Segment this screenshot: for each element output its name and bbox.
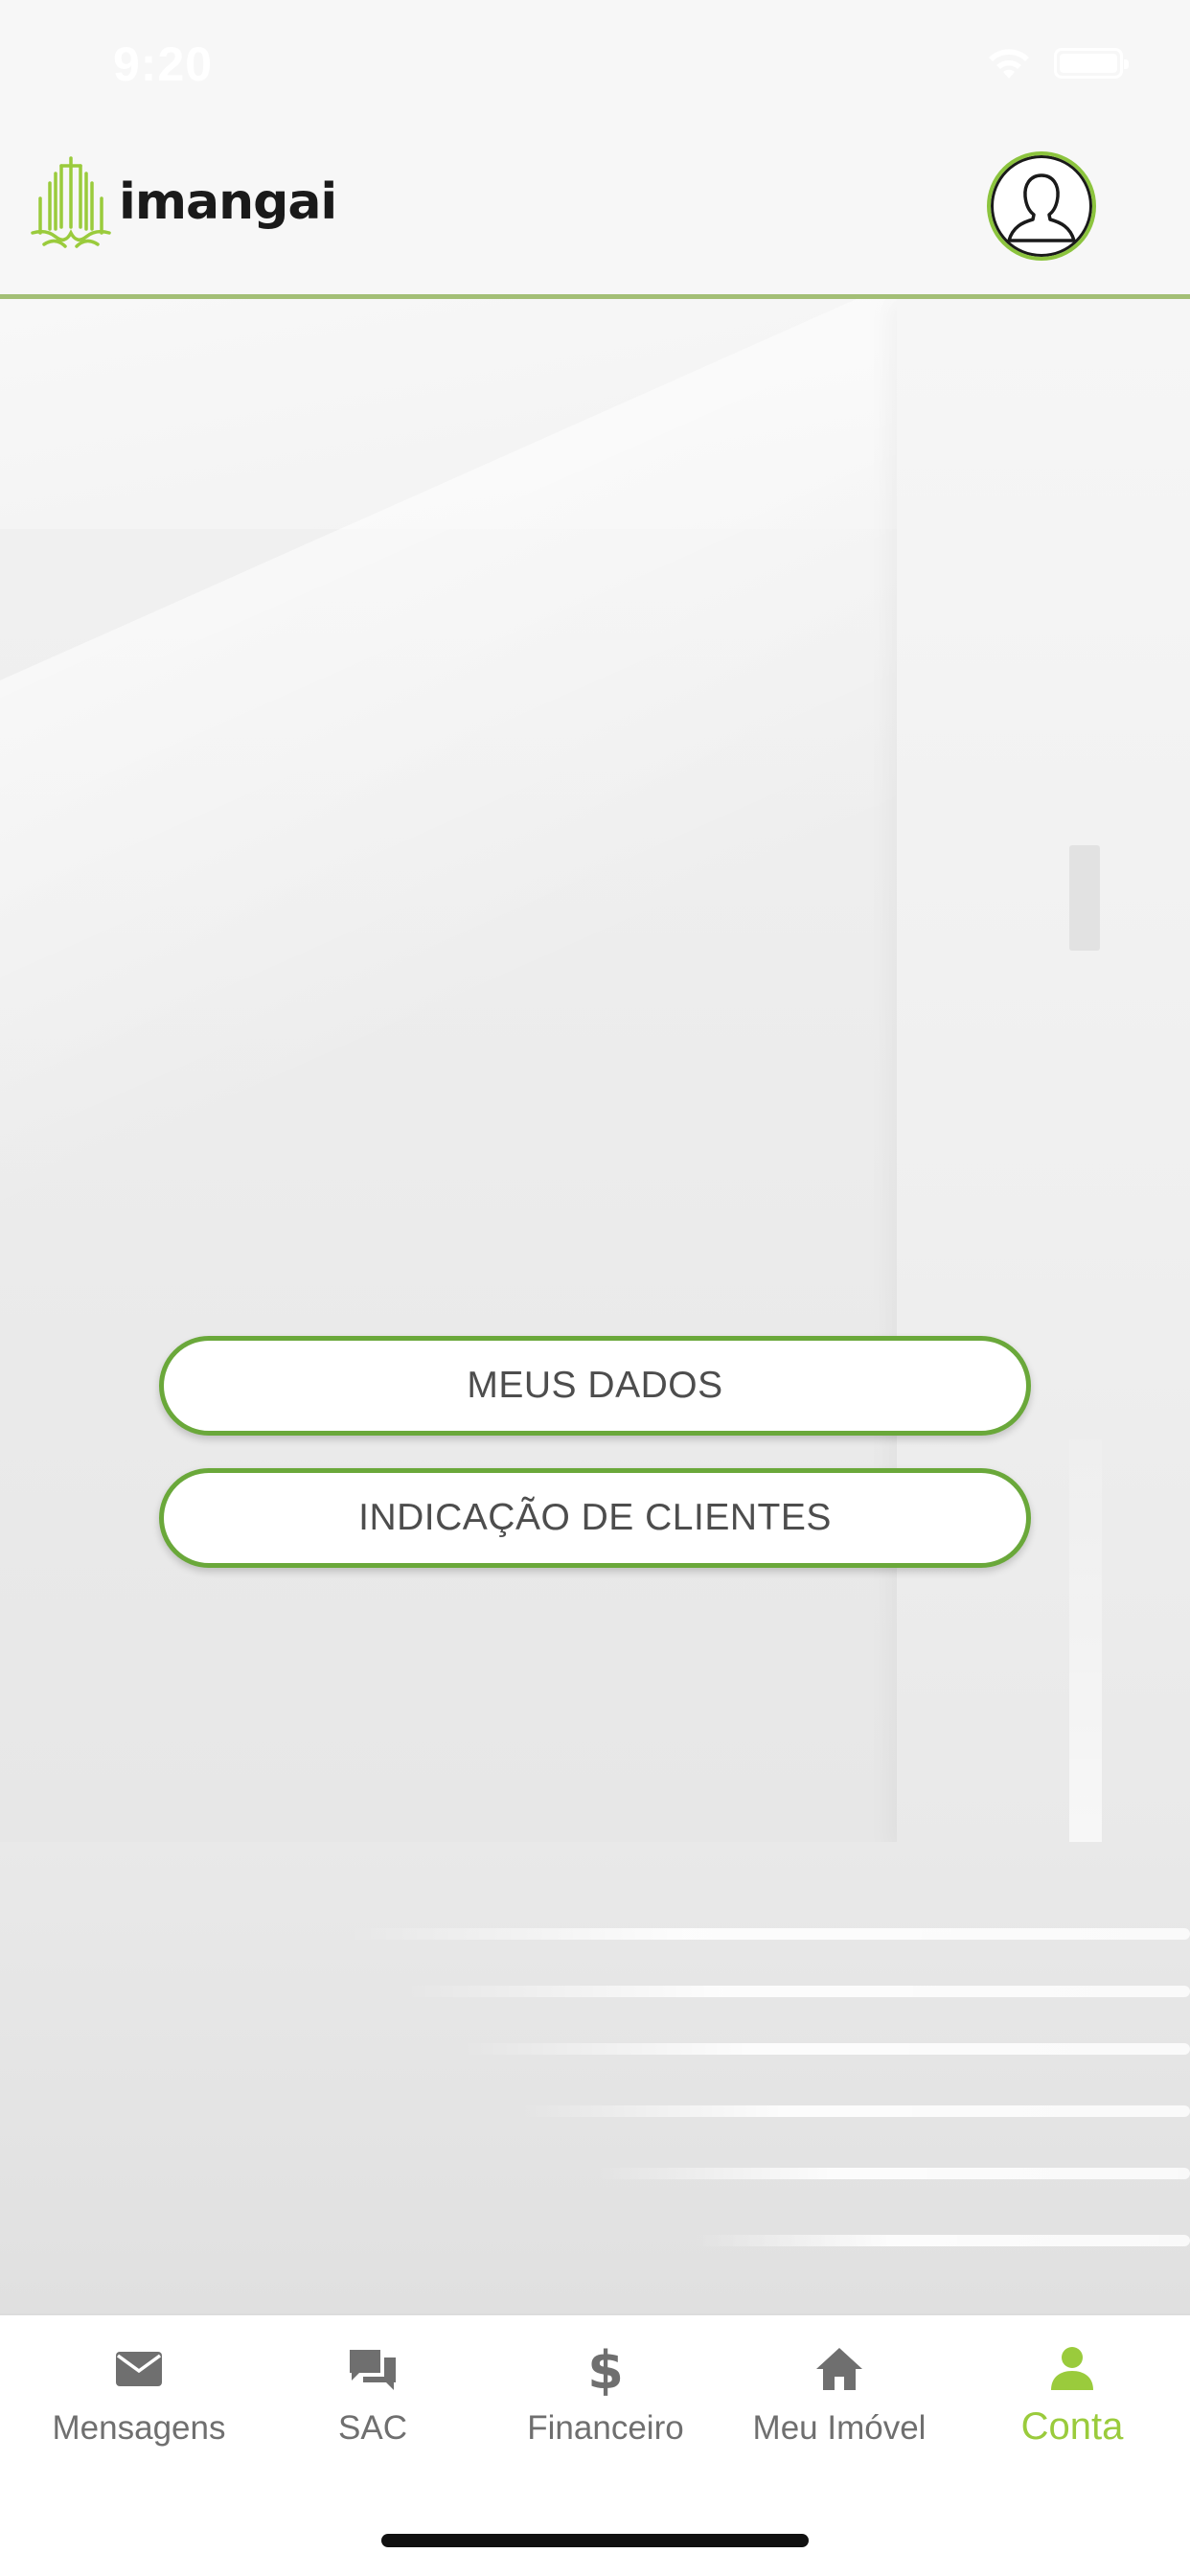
background-wall-switch xyxy=(1069,845,1100,951)
background-right-wall xyxy=(897,299,1190,1852)
profile-avatar-button[interactable] xyxy=(987,151,1096,261)
floor-light-stripe xyxy=(519,2105,1190,2117)
tab-financeiro[interactable]: $ Financeiro xyxy=(491,2334,721,2478)
building-logo-icon xyxy=(31,156,111,248)
app-header: imangai xyxy=(0,126,1190,299)
mail-icon xyxy=(110,2340,168,2398)
background-room-image xyxy=(0,299,1190,2315)
tab-mensagens[interactable]: Mensagens xyxy=(24,2334,254,2478)
tab-label: Financeiro xyxy=(527,2409,684,2447)
tab-sac[interactable]: SAC xyxy=(258,2334,488,2478)
brand-name: imangai xyxy=(119,173,337,231)
home-indicator xyxy=(381,2534,809,2547)
status-bar: 9:20 xyxy=(0,0,1190,126)
user-silhouette-icon xyxy=(1007,173,1076,242)
wifi-icon xyxy=(989,49,1029,79)
brand-logo: imangai xyxy=(27,150,337,255)
svg-text:$: $ xyxy=(587,2342,624,2396)
floor-light-stripe xyxy=(596,2168,1190,2179)
tab-label: Conta xyxy=(1020,2405,1124,2448)
home-icon xyxy=(811,2340,868,2398)
floor-light-stripe xyxy=(347,1928,1190,1940)
person-icon xyxy=(1043,2340,1101,2398)
tab-meu-imovel[interactable]: Meu Imóvel xyxy=(724,2334,954,2478)
meus-dados-button[interactable]: MEUS DADOS xyxy=(159,1336,1031,1436)
floor-light-stripe xyxy=(404,1986,1190,1997)
dollar-icon: $ xyxy=(577,2340,634,2398)
indicacao-clientes-button[interactable]: INDICAÇÃO DE CLIENTES xyxy=(159,1468,1031,1568)
battery-icon xyxy=(1054,48,1129,79)
tab-label: Mensagens xyxy=(52,2409,226,2447)
floor-light-stripe xyxy=(462,2043,1190,2055)
tab-label: Meu Imóvel xyxy=(752,2409,927,2447)
tab-label: SAC xyxy=(338,2409,407,2447)
chat-icon xyxy=(344,2340,401,2398)
floor-light-stripe xyxy=(692,2235,1190,2246)
background-floor xyxy=(0,1842,1190,2315)
status-time: 9:20 xyxy=(113,37,214,91)
tab-conta[interactable]: Conta xyxy=(957,2334,1187,2478)
